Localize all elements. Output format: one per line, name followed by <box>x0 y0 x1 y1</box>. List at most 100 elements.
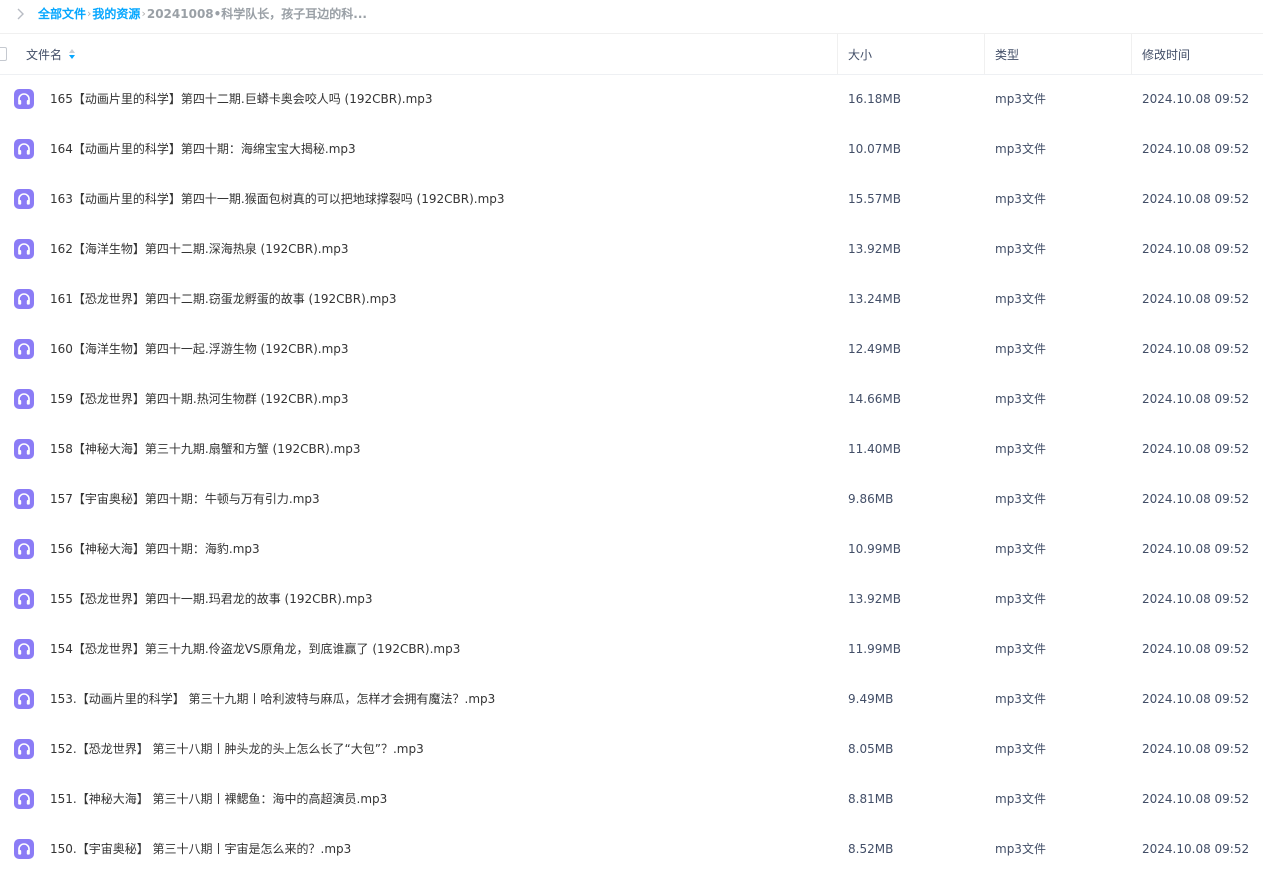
file-size: 8.52MB <box>848 842 894 856</box>
file-row[interactable]: 158【神秘大海】第三十九期.扇蟹和方蟹 (192CBR).mp3 11.40MB… <box>0 424 1263 474</box>
file-type: mp3文件 <box>995 92 1046 106</box>
breadcrumb-separator: › <box>87 7 92 20</box>
file-row[interactable]: 151.【神秘大海】 第三十八期丨裸鳃鱼：海中的高超演员.mp3 8.81MB mp… <box>0 774 1263 824</box>
column-header-name[interactable]: 文件名 <box>26 34 76 74</box>
file-name[interactable]: 164【动画片里的科学】第四十期：海绵宝宝大揭秘.mp3 <box>50 124 356 174</box>
file-type: mp3文件 <box>995 542 1046 556</box>
column-header-type[interactable]: 类型 <box>995 34 1019 74</box>
file-row[interactable]: 152.【恐龙世界】 第三十八期丨肿头龙的头上怎么长了“大包”？.mp3 8.05… <box>0 724 1263 774</box>
file-name[interactable]: 161【恐龙世界】第四十二期.窃蛋龙孵蛋的故事 (192CBR).mp3 <box>50 274 397 324</box>
file-row[interactable]: 162【海洋生物】第四十二期.深海热泉 (192CBR).mp3 13.92MB m… <box>0 224 1263 274</box>
file-modified-time: 2024.10.08 09:52 <box>1142 292 1250 306</box>
file-name[interactable]: 155【恐龙世界】第四十一期.玛君龙的故事 (192CBR).mp3 <box>50 574 373 624</box>
sort-icon[interactable] <box>68 48 76 60</box>
column-divider[interactable] <box>837 34 838 74</box>
file-list: 165【动画片里的科学】第四十二期.巨蟒卡奥会咬人吗 (192CBR).mp3 1… <box>0 74 1263 874</box>
file-name[interactable]: 156【神秘大海】第四十期：海豹.mp3 <box>50 524 260 574</box>
audio-file-icon <box>14 839 34 859</box>
file-size: 9.86MB <box>848 492 894 506</box>
file-size: 14.66MB <box>848 392 901 406</box>
file-name[interactable]: 151.【神秘大海】 第三十八期丨裸鳃鱼：海中的高超演员.mp3 <box>50 774 387 824</box>
file-name[interactable]: 158【神秘大海】第三十九期.扇蟹和方蟹 (192CBR).mp3 <box>50 424 361 474</box>
file-type: mp3文件 <box>995 842 1046 856</box>
file-size: 8.05MB <box>848 742 894 756</box>
file-row[interactable]: 156【神秘大海】第四十期：海豹.mp3 10.99MB mp3文件 2024.10.… <box>0 524 1263 574</box>
file-name[interactable]: 159【恐龙世界】第四十期.热河生物群 (192CBR).mp3 <box>50 374 349 424</box>
file-row[interactable]: 154【恐龙世界】第三十九期.伶盗龙VS原角龙，到底谁赢了 (192CBR).m… <box>0 624 1263 674</box>
file-type: mp3文件 <box>995 192 1046 206</box>
file-row[interactable]: 155【恐龙世界】第四十一期.玛君龙的故事 (192CBR).mp3 13.92M… <box>0 574 1263 624</box>
audio-file-icon <box>14 189 34 209</box>
breadcrumb-current-folder: 20241008•科学队长，孩子耳边的科... <box>146 7 367 21</box>
column-header-size[interactable]: 大小 <box>848 34 872 74</box>
audio-file-icon <box>14 89 34 109</box>
file-modified-time: 2024.10.08 09:52 <box>1142 692 1250 706</box>
file-name[interactable]: 152.【恐龙世界】 第三十八期丨肿头龙的头上怎么长了“大包”？.mp3 <box>50 724 424 774</box>
file-name[interactable]: 163【动画片里的科学】第四十一期.猴面包树真的可以把地球撑裂吗 (192CBR… <box>50 174 505 224</box>
column-header-name-label: 文件名 <box>26 47 63 62</box>
file-type: mp3文件 <box>995 292 1046 306</box>
file-row[interactable]: 153.【动画片里的科学】 第三十九期丨哈利波特与麻瓜，怎样才会拥有魔法？.mp… <box>0 674 1263 724</box>
file-type: mp3文件 <box>995 692 1046 706</box>
file-modified-time: 2024.10.08 09:52 <box>1142 342 1250 356</box>
file-name[interactable]: 162【海洋生物】第四十二期.深海热泉 (192CBR).mp3 <box>50 224 349 274</box>
column-header-modified[interactable]: 修改时间 <box>1142 34 1190 74</box>
file-name[interactable]: 157【宇宙奥秘】第四十期：牛顿与万有引力.mp3 <box>50 474 320 524</box>
audio-file-icon <box>14 389 34 409</box>
file-size: 10.99MB <box>848 542 901 556</box>
file-type: mp3文件 <box>995 342 1046 356</box>
file-modified-time: 2024.10.08 09:52 <box>1142 792 1250 806</box>
file-name[interactable]: 154【恐龙世界】第三十九期.伶盗龙VS原角龙，到底谁赢了 (192CBR).m… <box>50 624 460 674</box>
file-row[interactable]: 164【动画片里的科学】第四十期：海绵宝宝大揭秘.mp3 10.07MB mp3文件… <box>0 124 1263 174</box>
file-name[interactable]: 165【动画片里的科学】第四十二期.巨蟒卡奥会咬人吗 (192CBR).mp3 <box>50 74 433 124</box>
breadcrumb-my-resources[interactable]: 我的资源 <box>92 5 140 22</box>
breadcrumb-separator: › <box>141 7 146 20</box>
file-modified-time: 2024.10.08 09:52 <box>1142 592 1250 606</box>
file-modified-time: 2024.10.08 09:52 <box>1142 642 1250 656</box>
file-type: mp3文件 <box>995 792 1046 806</box>
file-row[interactable]: 157【宇宙奥秘】第四十期：牛顿与万有引力.mp3 9.86MB mp3文件 2024… <box>0 474 1263 524</box>
column-divider[interactable] <box>984 34 985 74</box>
file-size: 12.49MB <box>848 342 901 356</box>
file-name[interactable]: 153.【动画片里的科学】 第三十九期丨哈利波特与麻瓜，怎样才会拥有魔法？.mp… <box>50 674 495 724</box>
file-type: mp3文件 <box>995 592 1046 606</box>
file-size: 15.57MB <box>848 192 901 206</box>
audio-file-icon <box>14 789 34 809</box>
file-size: 10.07MB <box>848 142 901 156</box>
file-row[interactable]: 150.【宇宙奥秘】 第三十八期丨宇宙是怎么来的？.mp3 8.52MB mp3文件… <box>0 824 1263 874</box>
file-row[interactable]: 163【动画片里的科学】第四十一期.猴面包树真的可以把地球撑裂吗 (192CBR… <box>0 174 1263 224</box>
file-row[interactable]: 165【动画片里的科学】第四十二期.巨蟒卡奥会咬人吗 (192CBR).mp3 1… <box>0 74 1263 124</box>
file-type: mp3文件 <box>995 642 1046 656</box>
audio-file-icon <box>14 489 34 509</box>
file-type: mp3文件 <box>995 392 1046 406</box>
file-modified-time: 2024.10.08 09:52 <box>1142 242 1250 256</box>
file-modified-time: 2024.10.08 09:52 <box>1142 442 1250 456</box>
audio-file-icon <box>14 439 34 459</box>
file-size: 13.24MB <box>848 292 901 306</box>
file-modified-time: 2024.10.08 09:52 <box>1142 842 1250 856</box>
file-size: 8.81MB <box>848 792 894 806</box>
breadcrumb-all-files[interactable]: 全部文件 <box>38 5 86 22</box>
chevron-right-icon[interactable] <box>11 5 29 23</box>
file-size: 16.18MB <box>848 92 901 106</box>
file-row[interactable]: 161【恐龙世界】第四十二期.窃蛋龙孵蛋的故事 (192CBR).mp3 13.2… <box>0 274 1263 324</box>
file-name[interactable]: 160【海洋生物】第四十一起.浮游生物 (192CBR).mp3 <box>50 324 349 374</box>
file-name[interactable]: 150.【宇宙奥秘】 第三十八期丨宇宙是怎么来的？.mp3 <box>50 824 351 874</box>
column-divider[interactable] <box>1131 34 1132 74</box>
audio-file-icon <box>14 289 34 309</box>
file-row[interactable]: 160【海洋生物】第四十一起.浮游生物 (192CBR).mp3 12.49MB m… <box>0 324 1263 374</box>
file-size: 11.40MB <box>848 442 901 456</box>
audio-file-icon <box>14 539 34 559</box>
file-type: mp3文件 <box>995 742 1046 756</box>
file-size: 11.99MB <box>848 642 901 656</box>
file-type: mp3文件 <box>995 242 1046 256</box>
audio-file-icon <box>14 639 34 659</box>
select-all-checkbox[interactable] <box>0 47 7 61</box>
file-modified-time: 2024.10.08 09:52 <box>1142 192 1250 206</box>
file-size: 9.49MB <box>848 692 894 706</box>
file-type: mp3文件 <box>995 492 1046 506</box>
file-modified-time: 2024.10.08 09:52 <box>1142 492 1250 506</box>
audio-file-icon <box>14 689 34 709</box>
file-modified-time: 2024.10.08 09:52 <box>1142 142 1250 156</box>
file-row[interactable]: 159【恐龙世界】第四十期.热河生物群 (192CBR).mp3 14.66MB m… <box>0 374 1263 424</box>
